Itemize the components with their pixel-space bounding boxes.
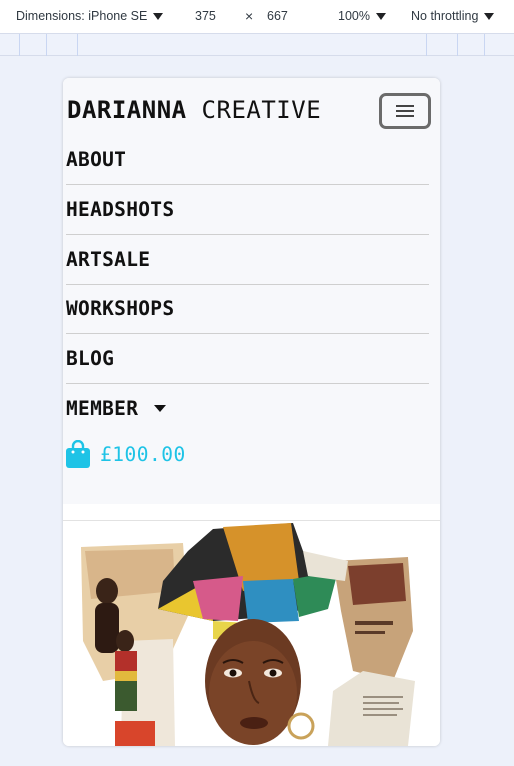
throttling-select[interactable]: No throttling <box>411 9 495 23</box>
caret-down-icon <box>484 12 495 20</box>
caret-down-icon <box>153 12 164 20</box>
ruler-segment[interactable] <box>484 34 485 56</box>
device-dimensions-label: Dimensions: iPhone SE <box>16 9 148 23</box>
nav-item-workshops[interactable]: WORKSHOPS <box>66 284 429 334</box>
ruler-segment[interactable] <box>46 34 47 56</box>
caret-down-icon[interactable] <box>154 404 167 412</box>
nav-item-label: ARTSALE <box>66 248 151 271</box>
cart-total: £100.00 <box>100 442 186 466</box>
zoom-select[interactable]: 100% <box>338 9 386 23</box>
ruler-segment[interactable] <box>426 34 427 56</box>
height-input[interactable]: 667 <box>267 9 288 23</box>
brand-name-light: CREATIVE <box>201 96 322 124</box>
nav-item-blog[interactable]: BLOG <box>66 334 429 384</box>
nav-item-about[interactable]: ABOUT <box>66 135 429 185</box>
menu-toggle-button[interactable] <box>379 93 431 129</box>
times-symbol: × <box>245 8 254 24</box>
caret-down-icon <box>375 12 386 20</box>
width-value: 375 <box>195 9 216 23</box>
site-header: DARIANNA CREATIVE ABOUT HEADSHOTS ARTSAL… <box>63 78 440 504</box>
nav-item-headshots[interactable]: HEADSHOTS <box>66 185 429 235</box>
nav-item-label: MEMBER <box>66 396 139 420</box>
device-viewport: DARIANNA CREATIVE ABOUT HEADSHOTS ARTSAL… <box>63 78 440 746</box>
hero-collage-image <box>63 521 440 746</box>
collage-artwork <box>81 523 415 746</box>
devtools-device-toolbar: Dimensions: iPhone SE 375 × 667 100% No … <box>0 0 514 34</box>
shopping-bag-icon <box>66 440 90 468</box>
ruler-segment[interactable] <box>77 34 78 56</box>
throttling-value: No throttling <box>411 9 479 23</box>
device-dimensions-select[interactable]: Dimensions: iPhone SE <box>16 9 164 23</box>
nav-item-artsale[interactable]: ARTSALE <box>66 235 429 285</box>
times-separator: × <box>245 8 253 24</box>
ruler-segment[interactable] <box>457 34 458 56</box>
hamburger-icon <box>396 104 414 118</box>
nav-item-member[interactable]: MEMBER <box>66 383 429 433</box>
height-value: 667 <box>267 9 288 23</box>
cart-link[interactable]: £100.00 <box>66 440 186 468</box>
width-input[interactable]: 375 <box>195 9 216 23</box>
nav-item-label: BLOG <box>66 347 115 370</box>
site-brand[interactable]: DARIANNA CREATIVE <box>67 96 321 124</box>
nav-item-label: HEADSHOTS <box>66 198 175 221</box>
ruler-segment[interactable] <box>19 34 20 56</box>
nav-item-label: WORKSHOPS <box>66 297 175 320</box>
brand-name-bold: DARIANNA <box>67 96 187 124</box>
zoom-value: 100% <box>338 9 370 23</box>
media-query-ruler[interactable] <box>0 34 514 56</box>
nav-item-label: ABOUT <box>66 148 127 171</box>
